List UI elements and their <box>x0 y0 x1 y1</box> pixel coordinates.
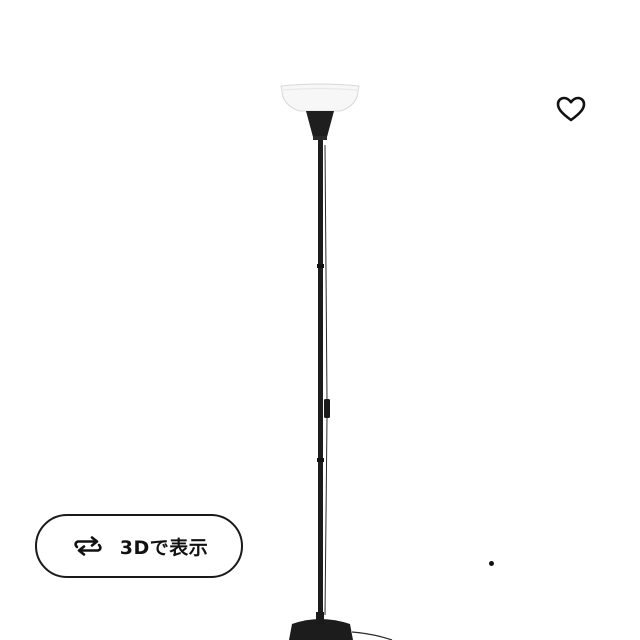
rotate-arrows-icon <box>74 536 102 556</box>
view-3d-button[interactable]: 3Dで表示 <box>35 514 243 578</box>
lamp-pole <box>318 140 323 620</box>
lamp-socket <box>306 111 334 137</box>
carousel-dot-indicator <box>489 561 494 566</box>
product-gallery: 3Dで表示 <box>0 0 640 640</box>
heart-outline-icon <box>556 96 586 122</box>
lamp-switch <box>324 399 330 418</box>
view-3d-label: 3Dで表示 <box>119 536 209 559</box>
favorite-button[interactable] <box>551 89 591 129</box>
